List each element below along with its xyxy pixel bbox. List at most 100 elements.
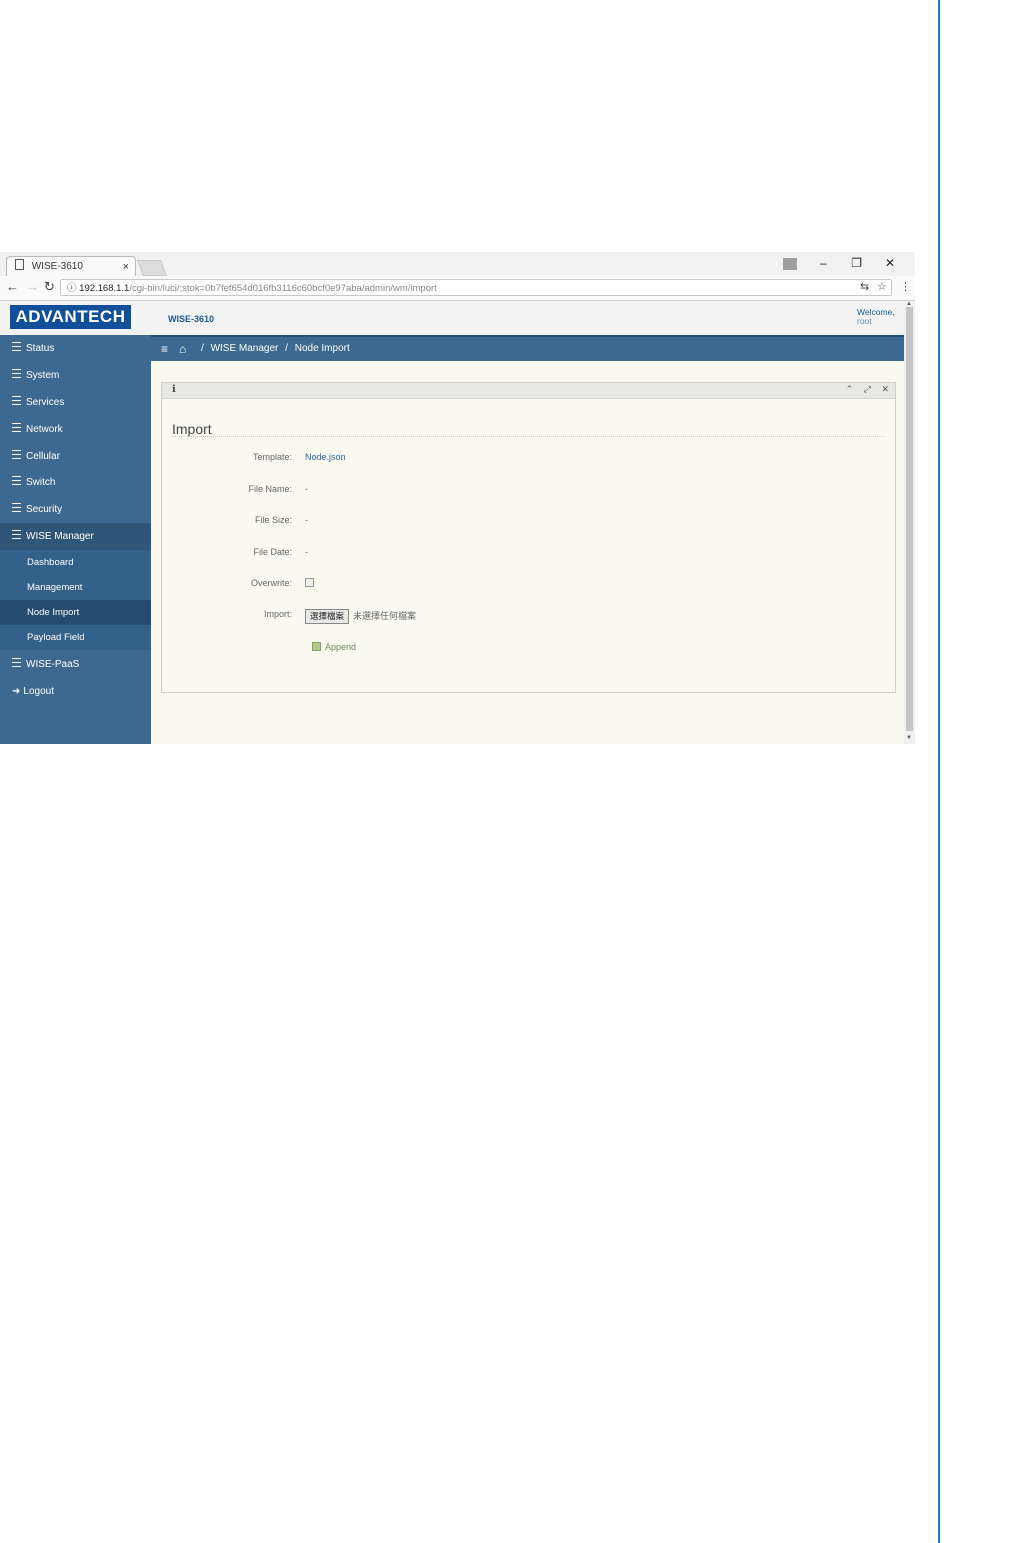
tab-strip: WISE-3610 × – ❐ ✕ xyxy=(0,252,915,276)
list-icon xyxy=(12,396,21,405)
sidebar: Status System Services Network Cellular … xyxy=(0,335,151,744)
template-link[interactable]: Node.json xyxy=(305,452,346,462)
sidebar-item-switch[interactable]: Switch xyxy=(0,469,151,496)
sidebar-item-label: Status xyxy=(26,343,55,354)
close-window-button[interactable]: ✕ xyxy=(875,256,905,270)
logout-icon: ➜ xyxy=(12,686,21,697)
sidebar-item-system[interactable]: System xyxy=(0,362,151,389)
url-host: 192.168.1.1 xyxy=(79,283,130,294)
info-icon: ℹ xyxy=(172,384,176,395)
close-panel-icon[interactable]: ✕ xyxy=(881,384,889,394)
forward-icon[interactable]: → xyxy=(26,279,39,294)
filedate-value: - xyxy=(305,547,308,557)
filesize-label: File Size: xyxy=(254,515,292,525)
section-title: Import xyxy=(172,421,212,437)
window-controls: – ❐ ✕ xyxy=(775,256,905,274)
expand-icon[interactable]: ⤢ xyxy=(864,384,871,394)
restore-button[interactable]: ❐ xyxy=(842,256,872,270)
translate-icon[interactable]: ⇆ xyxy=(860,280,869,293)
new-tab-button[interactable] xyxy=(137,260,167,276)
tab-close-icon[interactable]: × xyxy=(123,257,129,277)
home-icon[interactable]: ⌂ xyxy=(179,337,186,361)
import-label: Import: xyxy=(263,609,292,619)
sidebar-subitem-node-import[interactable]: Node Import xyxy=(0,600,151,625)
list-icon xyxy=(12,658,21,667)
sidebar-item-status[interactable]: Status xyxy=(0,335,151,362)
sidebar-subitem-management[interactable]: Management xyxy=(0,575,151,600)
sidebar-subitem-dashboard[interactable]: Dashboard xyxy=(0,550,151,575)
vertical-scrollbar[interactable]: ▲ ▼ xyxy=(904,301,915,744)
breadcrumb-current: Node Import xyxy=(294,343,350,354)
filename-label: File Name: xyxy=(248,484,292,494)
back-icon[interactable]: ← xyxy=(6,279,19,294)
list-icon xyxy=(12,476,21,485)
bookmark-star-icon[interactable]: ☆ xyxy=(877,280,887,293)
menu-toggle-icon[interactable]: ≡ xyxy=(161,337,168,361)
import-panel: ℹ ⌃ ⤢ ✕ Import Template: Node.json File … xyxy=(161,382,896,693)
sidebar-item-network[interactable]: Network xyxy=(0,416,151,443)
welcome-text: Welcome, root xyxy=(857,308,895,326)
sidebar-item-label: Logout xyxy=(23,686,54,697)
profile-icon[interactable] xyxy=(775,256,805,270)
sidebar-item-cellular[interactable]: Cellular xyxy=(0,443,151,470)
url-path: /cgi-bin/luci/;stok=0b7fef654d016fb3116c… xyxy=(129,283,437,294)
reload-icon[interactable]: ↻ xyxy=(44,279,55,295)
sidebar-item-security[interactable]: Security xyxy=(0,496,151,523)
filename-row: File Name: - xyxy=(162,484,895,500)
address-bar[interactable]: ⓘ 192.168.1.1/cgi-bin/luci/;stok=0b7fef6… xyxy=(60,279,892,296)
list-icon xyxy=(12,530,21,539)
panel-tools: ⌃ ⤢ ✕ xyxy=(838,384,889,395)
sidebar-item-wise-paas[interactable]: WISE-PaaS xyxy=(0,651,151,678)
panel-header: ℹ ⌃ ⤢ ✕ xyxy=(162,383,895,399)
overwrite-checkbox[interactable] xyxy=(305,578,314,587)
page-icon xyxy=(15,259,24,270)
list-icon xyxy=(12,450,21,459)
sidebar-subitem-payload-field[interactable]: Payload Field xyxy=(0,625,151,650)
sidebar-item-services[interactable]: Services xyxy=(0,389,151,416)
scroll-down-icon[interactable]: ▼ xyxy=(906,735,912,741)
minimize-button[interactable]: – xyxy=(808,256,838,270)
template-row: Template: Node.json xyxy=(162,452,895,468)
page-margin-rule xyxy=(938,0,940,1543)
sidebar-item-label: System xyxy=(26,370,60,381)
browser-tab[interactable]: WISE-3610 × xyxy=(6,256,136,276)
browser-menu-icon[interactable]: ⋮ xyxy=(900,280,911,293)
list-icon xyxy=(12,503,21,512)
info-icon[interactable]: ⓘ xyxy=(67,283,77,294)
sidebar-item-label: WISE Manager xyxy=(26,531,94,542)
list-icon xyxy=(12,342,21,351)
filedate-label: File Date: xyxy=(253,547,292,557)
username: root xyxy=(857,316,872,326)
overwrite-label: Overwrite: xyxy=(250,578,292,588)
filename-value: - xyxy=(305,484,308,494)
list-icon xyxy=(12,423,21,432)
web-app: ADVANTECH WISE-3610 Welcome, root Status… xyxy=(0,301,915,744)
list-icon xyxy=(12,369,21,378)
filedate-row: File Date: - xyxy=(162,547,895,563)
collapse-icon[interactable]: ⌃ xyxy=(846,384,854,394)
browser-window: WISE-3610 × – ❐ ✕ ← → ↻ ⓘ 192.168.1.1/cg… xyxy=(0,252,915,744)
sidebar-item-label: Switch xyxy=(26,477,56,488)
sidebar-item-label: Cellular xyxy=(26,451,60,462)
main-content: ≡ ⌂ / WISE Manager / Node Import ℹ ⌃ ⤢ ✕ xyxy=(151,337,904,744)
sidebar-item-wise-manager[interactable]: WISE Manager xyxy=(0,523,151,550)
section-divider xyxy=(172,436,884,437)
app-header: ADVANTECH WISE-3610 Welcome, root xyxy=(0,301,904,337)
scroll-thumb[interactable] xyxy=(906,307,913,731)
choose-file-button[interactable]: 選擇檔案 xyxy=(305,609,350,624)
append-icon xyxy=(312,642,321,651)
filesize-row: File Size: - xyxy=(162,515,895,531)
sidebar-item-label: Security xyxy=(26,504,63,515)
sidebar-item-logout[interactable]: ➜ Logout xyxy=(0,678,151,705)
advantech-logo: ADVANTECH xyxy=(10,305,131,329)
breadcrumb-wise-manager[interactable]: WISE Manager xyxy=(211,343,279,354)
file-status: 未選擇任何檔案 xyxy=(353,611,417,621)
sidebar-item-label: Network xyxy=(26,424,63,435)
sidebar-item-label: Services xyxy=(26,397,65,408)
append-label: Append xyxy=(325,642,357,652)
template-label: Template: xyxy=(252,452,292,462)
append-button[interactable]: Append xyxy=(312,640,372,654)
breadcrumb-separator: / xyxy=(285,343,288,354)
breadcrumb: ≡ ⌂ / WISE Manager / Node Import xyxy=(151,337,904,361)
sidebar-item-label: WISE-PaaS xyxy=(26,659,80,670)
